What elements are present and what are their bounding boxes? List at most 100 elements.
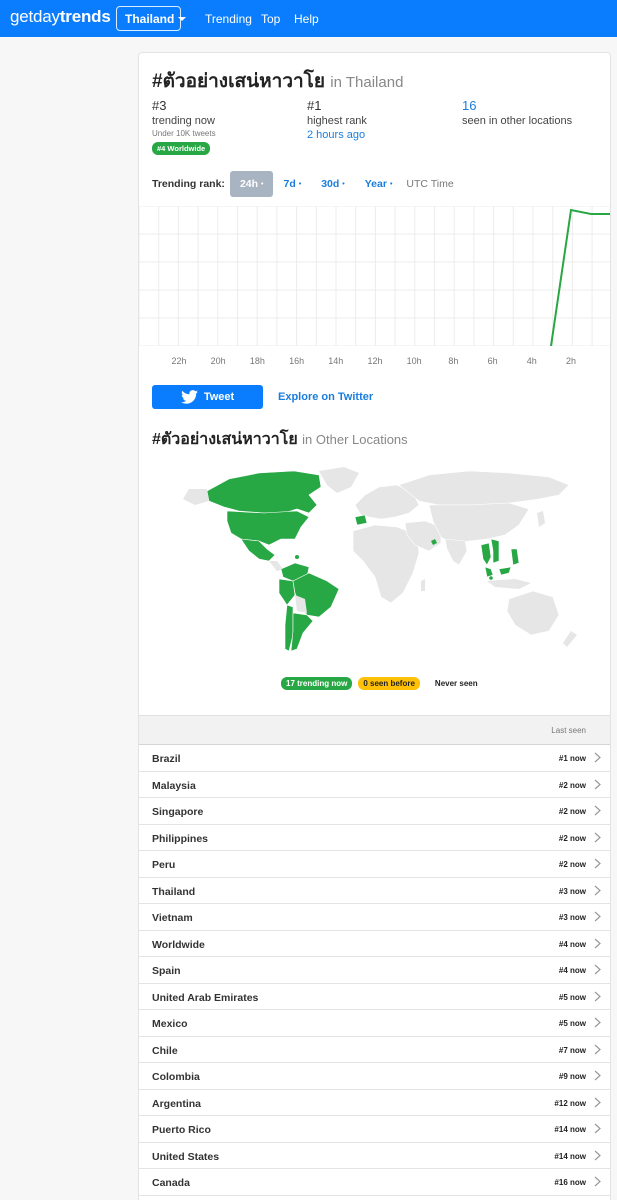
map-region-asia <box>428 502 530 546</box>
other-locations-stat: 16 seen in other locations <box>462 98 572 127</box>
map-region-russia <box>398 470 570 506</box>
legend-trending-now: 17 trending now <box>281 677 353 690</box>
rank-filter-year[interactable]: Year • <box>355 171 403 197</box>
last-seen-header: Last seen <box>551 726 586 735</box>
map-region-new-zealand <box>563 631 577 647</box>
tweet-button-label: Tweet <box>203 391 235 403</box>
table-row[interactable]: Colombia #9 now <box>139 1063 610 1090</box>
table-row[interactable]: Thailand #3 now <box>139 878 610 904</box>
location-name: Vietnam <box>152 912 193 924</box>
map-region-philippines[interactable] <box>510 548 520 566</box>
highest-rank-time-link[interactable]: 2 hours ago <box>307 129 367 141</box>
world-map[interactable] <box>169 465 589 665</box>
map-region-malaysia[interactable] <box>484 566 512 578</box>
nav-link-help[interactable]: Help <box>294 12 319 26</box>
map-region-alaska <box>183 489 209 505</box>
location-name: Peru <box>152 859 176 871</box>
map-region-india <box>444 538 468 566</box>
map-region-spain[interactable] <box>354 514 368 526</box>
map-region-peru[interactable] <box>278 578 296 606</box>
explore-twitter-link[interactable]: Explore on Twitter <box>278 391 373 403</box>
chevron-right-icon <box>594 779 601 789</box>
table-row[interactable]: Brazil #1 now <box>139 745 610 772</box>
map-region-singapore[interactable] <box>489 576 493 580</box>
tweet-volume: Under 10K tweets <box>152 129 216 138</box>
map-region-thailand[interactable] <box>480 542 492 566</box>
x-tick-label: 16h <box>289 356 305 366</box>
trending-rank-chart <box>139 206 610 346</box>
highest-rank-value: #1 <box>307 98 322 113</box>
location-name: Argentina <box>152 1097 202 1110</box>
x-tick-label: 14h <box>328 356 344 366</box>
other-locations-title: #ตัวอย่างเสน่หาวาโย in Other Locations <box>152 431 408 448</box>
chevron-right-icon <box>594 1097 601 1107</box>
map-region-argentina[interactable] <box>290 612 314 652</box>
table-row[interactable]: Puerto Rico #14 now <box>139 1116 610 1143</box>
table-row[interactable]: Malaysia #2 now <box>139 772 610 798</box>
location-name: Spain <box>152 965 181 977</box>
table-row[interactable]: Singapore #2 now <box>139 798 610 825</box>
location-name: Malaysia <box>152 779 196 792</box>
map-legend: 17 trending now 0 seen before Never seen <box>281 677 489 690</box>
locations-table-header: Last seen <box>139 715 610 745</box>
location-name: Mexico <box>152 1018 188 1030</box>
chevron-right-icon <box>594 885 601 895</box>
table-row[interactable]: United States #14 now <box>139 1143 610 1169</box>
chevron-right-icon <box>594 805 601 816</box>
table-row[interactable]: Vietnam #3 now <box>139 904 610 931</box>
current-rank-value: #3 <box>152 98 167 113</box>
map-region-puerto-rico[interactable] <box>295 555 299 559</box>
table-row[interactable]: Peru #2 now <box>139 851 610 878</box>
x-tick-label: 4h <box>526 356 537 366</box>
site-logo[interactable]: getdaytrends <box>10 7 111 27</box>
location-rank: #5 now <box>558 1019 586 1028</box>
current-rank-label: trending now <box>152 115 215 127</box>
table-row[interactable]: Chile #7 now <box>139 1037 610 1063</box>
chevron-right-icon <box>594 858 601 869</box>
map-region-greenland <box>319 467 359 493</box>
nav-link-top[interactable]: Top <box>261 12 280 26</box>
map-region-vietnam[interactable] <box>490 538 500 564</box>
x-tick-label: 8h <box>448 356 459 366</box>
x-tick-label: 2h <box>565 356 577 366</box>
nav-link-trending[interactable]: Trending <box>205 12 252 26</box>
table-row[interactable]: United Arab Emirates #5 now <box>139 984 610 1010</box>
highest-rank-label: highest rank <box>307 115 367 127</box>
table-row[interactable]: Spain #4 now <box>139 957 610 984</box>
x-tick-label: 6h <box>487 356 498 366</box>
location-name: Canada <box>152 1177 190 1189</box>
location-name: Thailand <box>152 885 196 898</box>
table-row[interactable]: Philippines #2 now <box>139 825 610 851</box>
location-rank: #2 now <box>558 860 586 869</box>
table-row[interactable]: Worldwide #4 now <box>139 931 610 957</box>
table-row[interactable]: Canada #16 now <box>139 1169 610 1196</box>
chevron-right-icon <box>594 938 601 948</box>
timezone-toggle[interactable]: UTC Time <box>406 178 453 190</box>
rank-filter-30d[interactable]: 30d • <box>311 171 355 197</box>
map-region-usa[interactable] <box>226 510 310 546</box>
table-row[interactable]: Argentina #12 now <box>139 1090 610 1116</box>
location-name: Singapore <box>152 806 204 818</box>
location-rank: #3 now <box>558 886 586 896</box>
chevron-right-icon <box>594 1017 601 1028</box>
map-region-canada[interactable] <box>206 470 322 514</box>
location-rank: #14 now <box>554 1151 586 1161</box>
location-name: Chile <box>152 1044 178 1057</box>
location-name: Colombia <box>152 1071 200 1083</box>
locations-count-label: seen in other locations <box>462 115 573 127</box>
chevron-right-icon <box>594 832 601 842</box>
map-region-indonesia <box>487 579 531 589</box>
country-dropdown[interactable]: Thailand <box>116 6 187 31</box>
chevron-right-icon <box>594 911 601 922</box>
table-row[interactable]: Mexico #5 now <box>139 1010 610 1037</box>
locations-count-link[interactable]: 16 <box>462 98 572 113</box>
location-name: Worldwide <box>152 938 205 951</box>
location-rank: #5 now <box>558 992 586 1002</box>
rank-filter-24h[interactable]: 24h • <box>229 171 274 197</box>
x-tick-label: 12h <box>367 356 383 366</box>
location-name: United States <box>152 1150 220 1163</box>
location-name: Puerto Rico <box>152 1124 211 1136</box>
worldwide-badge: #4 Worldwide <box>152 142 211 155</box>
rank-filter-7d[interactable]: 7d • <box>273 171 311 197</box>
tweet-button[interactable]: Tweet <box>152 385 263 409</box>
